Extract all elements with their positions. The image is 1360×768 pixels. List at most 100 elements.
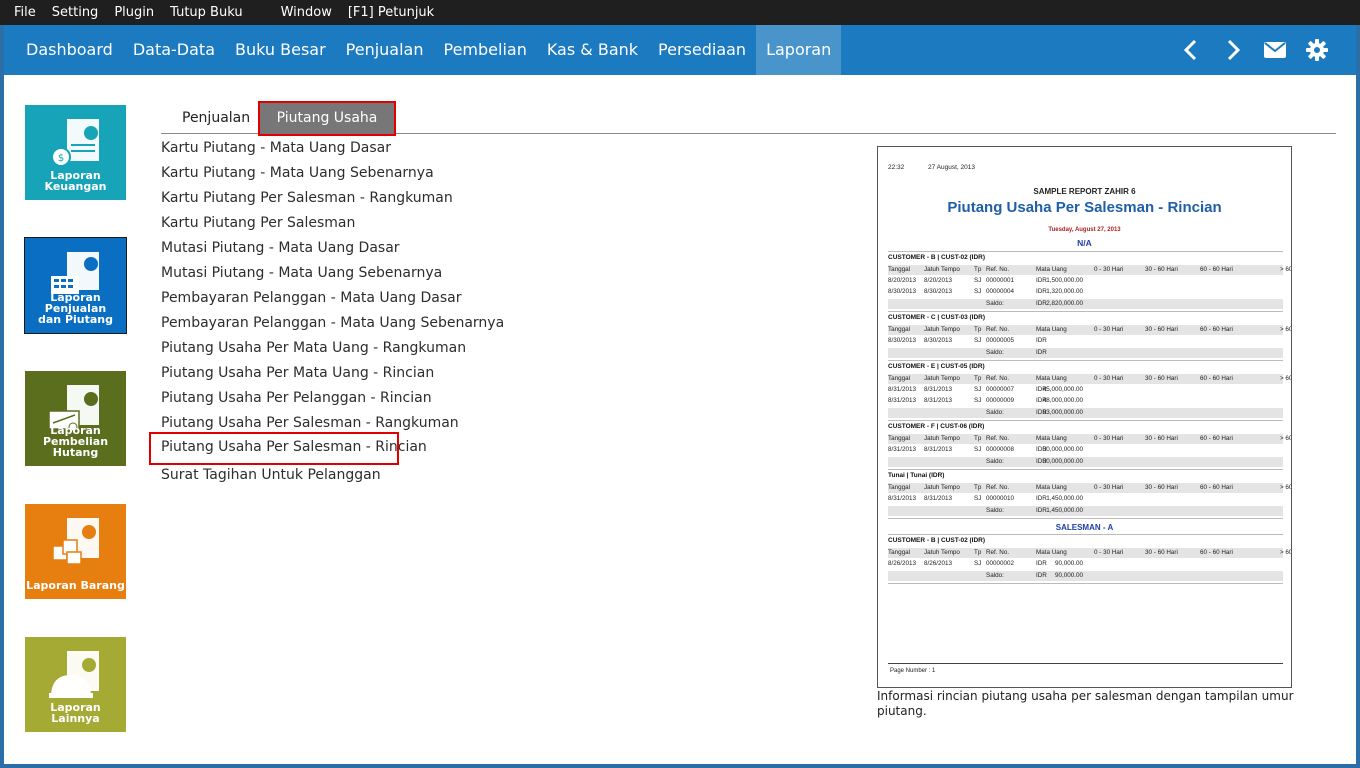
column-header: 0 - 30 Hari bbox=[1094, 435, 1124, 442]
column-header: 30 - 60 Hari bbox=[1145, 375, 1178, 382]
report-item[interactable]: Surat Tagihan Untuk Pelanggan bbox=[161, 463, 504, 488]
column-header: > 60 Hari bbox=[1280, 326, 1292, 333]
column-header: 60 - 60 Hari bbox=[1200, 484, 1233, 491]
nav-tab-pembelian[interactable]: Pembelian bbox=[434, 25, 537, 75]
menu-file[interactable]: File bbox=[6, 5, 44, 20]
saldo-currency: IDR bbox=[1036, 349, 1047, 356]
report-item-selected[interactable]: Piutang Usaha Per Salesman - Rincian bbox=[149, 432, 427, 465]
column-header: 30 - 60 Hari bbox=[1145, 549, 1178, 556]
report-item[interactable]: Piutang Usaha Per Salesman - Rangkuman bbox=[161, 411, 504, 434]
table-row: 8/31/2013 8/31/2013 SJ 00000010 IDR 1,450,000… bbox=[888, 494, 1283, 504]
column-header: > 60 Hari bbox=[1280, 484, 1292, 491]
report-item[interactable]: Kartu Piutang Per Salesman bbox=[161, 211, 504, 236]
mail-button[interactable] bbox=[1254, 25, 1296, 75]
table-cell: 8/31/2013 bbox=[888, 495, 917, 502]
report-item[interactable]: Kartu Piutang - Mata Uang Dasar bbox=[161, 136, 504, 161]
table-row: 8/20/2013 8/20/2013 SJ 00000001 IDR 1,500,000… bbox=[888, 276, 1283, 286]
nav-tab-dashboard[interactable]: Dashboard bbox=[16, 25, 123, 75]
column-header: Tanggal bbox=[888, 435, 911, 442]
column-header: Jatuh Tempo bbox=[924, 435, 960, 442]
column-header: Ref. No. bbox=[986, 484, 1010, 491]
table-cell: IDR bbox=[1036, 288, 1047, 295]
nav-tab-data-data[interactable]: Data-Data bbox=[123, 25, 225, 75]
report-item[interactable]: Piutang Usaha Per Pelanggan - Rincian bbox=[161, 386, 504, 411]
column-header: Tp bbox=[974, 375, 982, 382]
table-cell: 00000001 bbox=[986, 277, 1015, 284]
table-cell: 45,000,000.00 bbox=[1042, 386, 1083, 393]
menu-setting[interactable]: Setting bbox=[44, 5, 107, 20]
table-cell: SJ bbox=[974, 495, 982, 502]
report-item[interactable]: Pembayaran Pelanggan - Mata Uang Dasar bbox=[161, 286, 504, 311]
column-header: 30 - 60 Hari bbox=[1145, 435, 1178, 442]
tile-laporan-pembelian-hutang[interactable]: Laporan Pembelian Hutang bbox=[25, 371, 126, 466]
table-cell: 8/26/2013 bbox=[924, 560, 953, 567]
saldo-label: Saldo: bbox=[986, 507, 1004, 514]
nav-tab-buku-besar[interactable]: Buku Besar bbox=[225, 25, 336, 75]
saldo-label: Saldo: bbox=[986, 458, 1004, 465]
nav-tab-kas-bank[interactable]: Kas & Bank bbox=[537, 25, 648, 75]
nav-tab-laporan[interactable]: Laporan bbox=[756, 25, 842, 75]
table-cell: SJ bbox=[974, 397, 982, 404]
mail-icon bbox=[1264, 42, 1286, 58]
column-header: Tp bbox=[974, 266, 982, 273]
divider bbox=[888, 311, 1283, 312]
customer-header: CUSTOMER - E | CUST-05 (IDR) bbox=[888, 363, 985, 370]
table-cell: 8/30/2013 bbox=[924, 288, 953, 295]
tile-laporan-penjualan-piutang[interactable]: Laporan Penjualan dan Piutang bbox=[24, 237, 127, 334]
divider bbox=[888, 360, 1283, 361]
table-cell: 8/31/2013 bbox=[888, 397, 917, 404]
saldo-row: Saldo: IDR bbox=[888, 348, 1283, 358]
menu-petunjuk[interactable]: [F1] Petunjuk bbox=[340, 5, 442, 20]
table-cell: 8/30/2013 bbox=[924, 337, 953, 344]
saldo-amount: 2,820,000.00 bbox=[1046, 300, 1083, 307]
menu-plugin[interactable]: Plugin bbox=[106, 5, 162, 20]
tile-laporan-barang[interactable]: Laporan Barang bbox=[25, 504, 126, 599]
tile-laporan-lainnya[interactable]: Laporan Lainnya bbox=[25, 637, 126, 732]
column-header: 60 - 60 Hari bbox=[1200, 435, 1233, 442]
table-cell: 1,500,000.00 bbox=[1046, 277, 1083, 284]
report-item[interactable]: Kartu Piutang - Mata Uang Sebenarnya bbox=[161, 161, 504, 186]
divider bbox=[888, 534, 1283, 535]
column-header: Tp bbox=[974, 484, 982, 491]
chevron-left-icon bbox=[1183, 39, 1197, 61]
tab-penjualan[interactable]: Penjualan bbox=[161, 103, 261, 134]
main-navbar: Dashboard Data-Data Buku Besar Penjualan… bbox=[4, 25, 1356, 75]
table-cell: 00000002 bbox=[986, 560, 1015, 567]
column-header: > 60 Hari bbox=[1280, 549, 1292, 556]
divider bbox=[888, 420, 1283, 421]
table-row: 8/31/2013 8/31/2013 SJ 00000007 IDR 45,000,00… bbox=[888, 385, 1283, 395]
column-header: Jatuh Tempo bbox=[924, 266, 960, 273]
menu-window[interactable]: Window bbox=[273, 5, 340, 20]
column-header-row: Tanggal Jatuh Tempo Tp Ref. No. Mata Uang 0 -… bbox=[888, 265, 1291, 275]
column-header: Mata Uang bbox=[1036, 549, 1067, 556]
customer-header: CUSTOMER - C | CUST-03 (IDR) bbox=[888, 314, 986, 321]
preview-title: Piutang Usaha Per Salesman - Rincian bbox=[947, 199, 1222, 216]
tile-laporan-keuangan[interactable]: $ Laporan Keuangan bbox=[25, 105, 126, 200]
settings-button[interactable] bbox=[1296, 25, 1338, 75]
column-header: Tanggal bbox=[888, 549, 911, 556]
report-item[interactable]: Piutang Usaha Per Mata Uang - Rincian bbox=[161, 361, 504, 386]
report-description: Informasi rincian piutang usaha per sale… bbox=[877, 689, 1294, 718]
column-header-row: Tanggal Jatuh Tempo Tp Ref. No. Mata Uang 0 -… bbox=[888, 483, 1291, 493]
report-item[interactable]: Kartu Piutang Per Salesman - Rangkuman bbox=[161, 186, 504, 211]
forward-button[interactable] bbox=[1212, 25, 1254, 75]
nav-tab-persediaan[interactable]: Persediaan bbox=[648, 25, 756, 75]
saldo-row: Saldo: IDR 90,000.00 bbox=[888, 571, 1283, 581]
report-item[interactable]: Mutasi Piutang - Mata Uang Sebenarnya bbox=[161, 261, 504, 286]
content-area: $ Laporan Keuangan Laporan Penjualan dan P… bbox=[4, 75, 1356, 764]
column-header: > 60 Hari bbox=[1280, 266, 1292, 273]
tab-piutang-usaha[interactable]: Piutang Usaha bbox=[258, 101, 396, 136]
report-item[interactable]: Piutang Usaha Per Mata Uang - Rangkuman bbox=[161, 336, 504, 361]
menu-tutup-buku[interactable]: Tutup Buku bbox=[162, 5, 250, 20]
table-cell: 48,000,000.00 bbox=[1042, 397, 1083, 404]
report-item[interactable]: Pembayaran Pelanggan - Mata Uang Sebenar… bbox=[161, 311, 504, 336]
nav-tab-penjualan[interactable]: Penjualan bbox=[336, 25, 434, 75]
column-header: 0 - 30 Hari bbox=[1094, 266, 1124, 273]
report-item[interactable]: Mutasi Piutang - Mata Uang Dasar bbox=[161, 236, 504, 261]
preview-salesman: SALESMAN - A bbox=[1055, 523, 1114, 532]
back-button[interactable] bbox=[1170, 25, 1212, 75]
saldo-label: Saldo: bbox=[986, 409, 1004, 416]
saldo-row: Saldo: IDR 93,000,000.00 bbox=[888, 408, 1283, 418]
table-row: 8/31/2013 8/31/2013 SJ 00000009 IDR 48,000,00… bbox=[888, 396, 1283, 406]
column-header: Mata Uang bbox=[1036, 266, 1067, 273]
